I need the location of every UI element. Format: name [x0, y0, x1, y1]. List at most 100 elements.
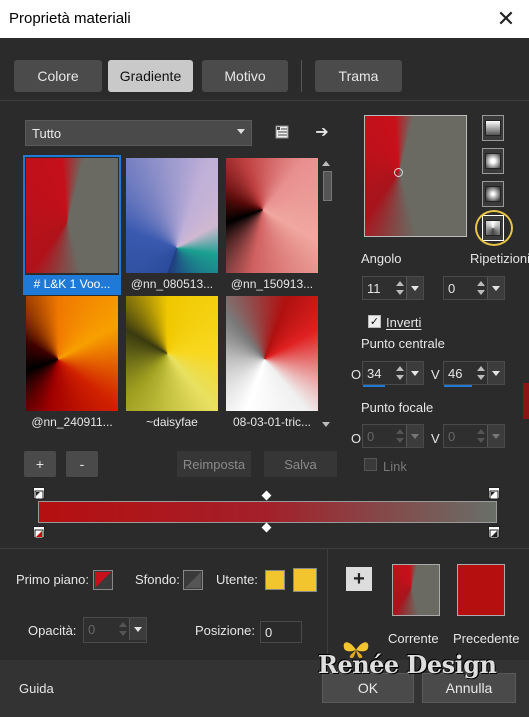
gradient-thumbnail — [126, 296, 218, 411]
library-folder-icon[interactable] — [272, 122, 292, 142]
background-swatch[interactable] — [183, 570, 203, 590]
stepper-icon[interactable] — [476, 427, 486, 445]
gradient-item-label: @nn_080513... — [130, 277, 214, 291]
reset-button[interactable]: Reimposta — [177, 451, 251, 477]
center-o-label: O — [351, 367, 362, 382]
link-label: Link — [383, 459, 407, 474]
gradient-item[interactable]: @nn_150913... — [225, 157, 319, 293]
category-dropdown[interactable]: Tutto — [25, 120, 252, 146]
gradient-item-label: ~daisyfae — [146, 415, 198, 429]
center-point-handle[interactable] — [394, 168, 403, 177]
gradient-item[interactable]: @nn_080513... — [125, 157, 219, 293]
user-label: Utente: — [216, 572, 258, 587]
gradient-thumbnail — [126, 158, 218, 273]
tab-motivo[interactable]: Motivo — [202, 60, 288, 92]
close-icon[interactable]: ✕ — [489, 2, 523, 36]
gradient-thumbnail — [26, 158, 118, 273]
chevron-down-icon[interactable] — [487, 277, 504, 299]
invert-checkbox[interactable]: ✓ — [368, 315, 381, 328]
ok-button[interactable]: OK — [322, 673, 414, 703]
tab-divider — [301, 60, 302, 92]
tab-trama[interactable]: Trama — [315, 60, 402, 92]
gradient-thumbnail — [226, 158, 318, 273]
gradient-item-label: @nn_150913... — [230, 277, 314, 291]
gradient-item-label: @nn_240911... — [31, 415, 113, 429]
sunburst-style-button[interactable] — [482, 215, 504, 241]
user-swatch-small[interactable] — [265, 570, 285, 590]
gradient-editor-bar[interactable] — [38, 501, 497, 523]
center-o-input[interactable]: 34 — [362, 361, 424, 387]
library-scrollbar[interactable] — [321, 157, 333, 431]
tab-colore[interactable]: Colore — [14, 60, 102, 92]
gradient-item[interactable]: @nn_240911... — [25, 295, 119, 431]
divider — [0, 548, 529, 549]
opacity-value: 0 — [88, 622, 96, 637]
current-label: Corrente — [388, 631, 439, 646]
angle-value: 11 — [367, 281, 381, 296]
focal-o-input[interactable]: 0 — [362, 424, 424, 448]
arrow-right-icon[interactable]: ➔ — [312, 122, 332, 142]
help-label[interactable]: Guida — [19, 681, 54, 696]
focal-point-label: Punto focale — [361, 400, 434, 415]
gradient-item[interactable]: 08-03-01-tric... — [225, 295, 319, 431]
repeats-input[interactable]: 0 — [443, 276, 505, 300]
top-stop-left-icon[interactable] — [33, 487, 45, 500]
window-title: Proprietà materiali — [9, 10, 131, 27]
cancel-button[interactable]: Annulla — [422, 673, 516, 703]
stepper-icon[interactable] — [118, 620, 128, 638]
chevron-down-icon[interactable] — [406, 277, 423, 299]
stepper-icon[interactable] — [476, 364, 486, 382]
gradient-item[interactable]: # L&K 1 Voo... — [23, 155, 121, 295]
gradient-thumbnail — [26, 296, 118, 411]
center-v-input[interactable]: 46 — [443, 361, 505, 387]
stepper-icon[interactable] — [395, 364, 405, 382]
stepper-icon[interactable] — [476, 279, 486, 297]
value-indicator — [363, 385, 385, 387]
chevron-down-icon[interactable] — [487, 362, 504, 384]
scroll-down-icon[interactable] — [322, 422, 330, 427]
bottom-stop-left-icon[interactable] — [33, 526, 45, 539]
category-value: Tutto — [32, 125, 62, 141]
opacity-label: Opacità: — [28, 623, 77, 638]
add-to-swatches-button[interactable]: + — [346, 567, 372, 591]
position-label: Posizione: — [195, 623, 255, 638]
top-stop-right-icon[interactable] — [488, 487, 500, 500]
gradient-item[interactable]: ~daisyfae — [125, 295, 219, 431]
radial-style-button[interactable] — [482, 181, 504, 207]
link-checkbox[interactable] — [364, 458, 377, 471]
divider — [327, 549, 328, 659]
linear-style-button[interactable] — [482, 115, 504, 141]
chevron-down-icon[interactable] — [487, 425, 504, 447]
tab-gradiente[interactable]: Gradiente — [108, 60, 193, 92]
previous-material-swatch[interactable] — [457, 564, 505, 616]
remove-gradient-button[interactable]: - — [66, 451, 98, 477]
angle-input[interactable]: 11 — [362, 276, 424, 300]
chevron-down-icon[interactable] — [129, 618, 146, 640]
position-input[interactable]: 0 — [260, 621, 302, 643]
title-bar: Proprietà materiali ✕ — [0, 0, 529, 38]
bottom-stop-right-icon[interactable] — [488, 526, 500, 539]
stepper-icon[interactable] — [395, 427, 405, 445]
bottom-midpoint-handle[interactable] — [261, 522, 272, 533]
gradient-library: # L&K 1 Voo... @nn_080513... @nn_150913.… — [23, 155, 319, 431]
scroll-thumb[interactable] — [323, 171, 332, 201]
current-material-swatch[interactable] — [392, 564, 440, 616]
divider — [0, 100, 529, 101]
angle-label: Angolo — [361, 251, 402, 266]
background-label: Sfondo: — [135, 572, 180, 587]
stepper-icon[interactable] — [395, 279, 405, 297]
gradient-preview[interactable] — [364, 115, 467, 237]
scroll-up-icon[interactable] — [322, 161, 330, 166]
rectangular-style-button[interactable] — [482, 148, 504, 174]
user-swatch[interactable] — [293, 568, 317, 592]
opacity-input[interactable]: 0 — [83, 617, 147, 643]
chevron-down-icon — [237, 129, 245, 134]
add-gradient-button[interactable]: + — [24, 451, 56, 477]
chevron-down-icon[interactable] — [406, 362, 423, 384]
foreground-swatch[interactable] — [93, 570, 113, 590]
focal-o-label: O — [351, 431, 362, 446]
chevron-down-icon[interactable] — [406, 425, 423, 447]
top-midpoint-handle[interactable] — [261, 490, 272, 501]
save-button[interactable]: Salva — [264, 451, 337, 477]
focal-v-input[interactable]: 0 — [443, 424, 505, 448]
